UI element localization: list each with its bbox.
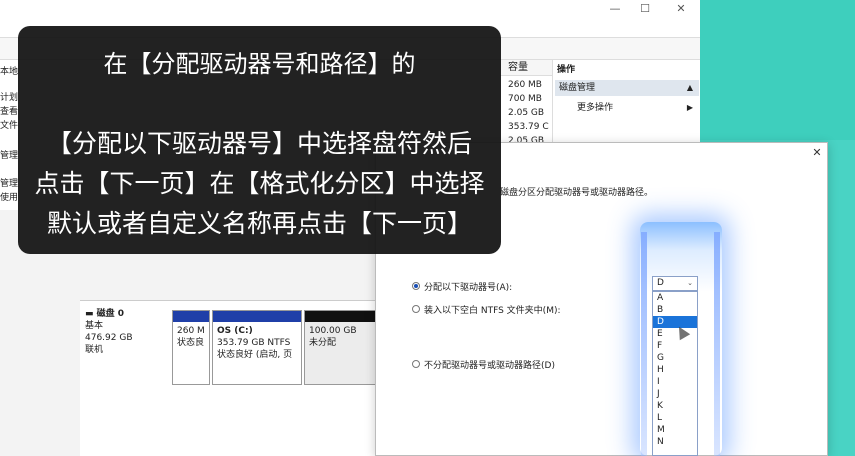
drive-option[interactable]: L — [653, 412, 697, 424]
disk-status: 联机 — [85, 345, 104, 355]
instruction-line-1: 在【分配驱动器号和路径】的 — [103, 50, 416, 78]
disk-name: ▬ 磁盘 0 — [85, 309, 125, 319]
minimize-button[interactable]: — — [600, 1, 630, 16]
drive-letter-select[interactable]: D ⌄ — [652, 276, 698, 291]
drive-option[interactable]: M — [653, 424, 697, 436]
tree-item[interactable]: 管理 — [0, 148, 18, 161]
disk-icon: ▬ — [85, 309, 94, 319]
capacity-cell: 700 MB — [508, 94, 542, 104]
more-actions-item[interactable]: 更多操作 ▶ — [555, 100, 699, 116]
no-letter-radio[interactable] — [412, 360, 420, 368]
drive-option[interactable]: J — [653, 388, 697, 400]
instruction-line-3: 点击【下一页】在【格式化分区】中选择 — [34, 169, 485, 198]
tree-item[interactable]: 使用 — [0, 190, 18, 203]
partition-os-c[interactable]: OS (C:) 353.79 GB NTFS 状态良好 (启动, 页 — [212, 310, 302, 385]
drive-option-selected[interactable]: D — [653, 316, 697, 328]
partition-text: 100.00 GB 未分配 — [309, 326, 357, 348]
capacity-cell: 353.79 C — [508, 122, 549, 132]
highlight-glow-edge — [714, 232, 720, 456]
chevron-down-icon: ⌄ — [687, 279, 693, 287]
disk-management-action[interactable]: 磁盘管理 ▲ — [555, 80, 699, 96]
title-bar — [0, 0, 700, 18]
drive-option[interactable]: G — [653, 352, 697, 364]
assign-letter-label[interactable]: 分配以下驱动器号(A): — [424, 280, 512, 293]
drive-option[interactable]: N — [653, 436, 697, 448]
dialog-close-icon[interactable]: ✕ — [810, 146, 824, 160]
capacity-column-header[interactable]: 容量 — [500, 60, 552, 76]
disk-0-label[interactable]: ▬ 磁盘 0 基本 476.92 GB 联机 — [85, 308, 170, 388]
expand-arrow-icon: ▶ — [686, 103, 693, 112]
tree-item[interactable]: 计划 — [0, 90, 18, 103]
close-window-button[interactable]: ✕ — [666, 1, 696, 16]
tree-item[interactable]: 本地 — [0, 64, 18, 77]
drive-letter-dropdown: A B D E F G H I J K L M N — [652, 291, 698, 456]
drive-letter-value: D — [657, 278, 664, 288]
drive-option[interactable]: H — [653, 364, 697, 376]
partition-unallocated[interactable]: 100.00 GB 未分配 — [304, 310, 376, 385]
desktop-background — [700, 0, 855, 140]
partition-bar — [173, 311, 209, 322]
drive-option[interactable]: B — [653, 304, 697, 316]
capacity-cell: 2.05 GB — [508, 108, 545, 118]
console-tree: 本地 计划 查看 文件 管理 管理 使用 — [0, 60, 18, 210]
mount-folder-label[interactable]: 装入以下空白 NTFS 文件夹中(M): — [424, 303, 561, 316]
drive-option[interactable]: A — [653, 292, 697, 304]
instruction-line-2: 【分配以下驱动器号】中选择盘符然后 — [46, 129, 472, 158]
drive-option[interactable]: I — [653, 376, 697, 388]
partition-efi[interactable]: 260 M 状态良 — [172, 310, 210, 385]
partition-text: OS (C:) 353.79 GB NTFS 状态良好 (启动, 页 — [217, 326, 293, 360]
capacity-cell: 260 MB — [508, 80, 542, 90]
no-letter-label[interactable]: 不分配驱动器号或驱动器路径(D) — [424, 358, 555, 371]
action-label: 磁盘管理 — [559, 83, 596, 93]
action-label: 更多操作 — [577, 103, 614, 113]
drive-option[interactable]: F — [653, 340, 697, 352]
drive-option[interactable]: K — [653, 400, 697, 412]
mount-folder-radio[interactable] — [412, 305, 420, 313]
partition-text: 260 M 状态良 — [177, 326, 205, 348]
actions-header: 操作 — [557, 65, 576, 75]
tree-item[interactable]: 文件 — [0, 118, 18, 131]
dialog-description: 磁盘分区分配驱动器号或驱动器路径。 — [500, 188, 654, 198]
highlight-glow-edge — [641, 232, 647, 456]
partition-bar — [213, 311, 301, 322]
maximize-button[interactable]: ☐ — [630, 1, 660, 16]
disk-size: 476.92 GB — [85, 333, 133, 343]
assign-letter-radio[interactable] — [412, 282, 420, 290]
collapse-arrow-icon: ▲ — [686, 83, 693, 92]
tree-item[interactable]: 管理 — [0, 176, 18, 189]
disk-type: 基本 — [85, 321, 104, 331]
instruction-line-4: 默认或者自定义名称再点击【下一页】 — [46, 209, 472, 238]
partition-bar — [305, 311, 375, 322]
tree-item[interactable]: 查看 — [0, 104, 18, 117]
